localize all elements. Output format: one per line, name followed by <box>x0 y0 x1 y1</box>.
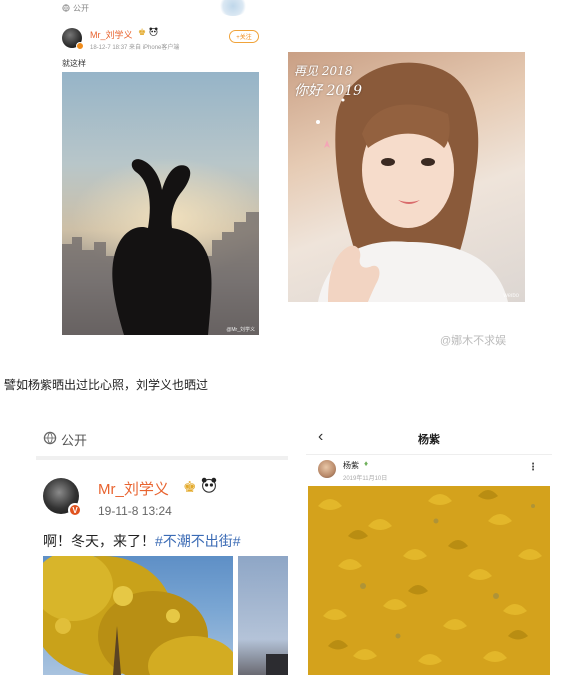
second-photo-illustration <box>266 654 288 675</box>
privacy-indicator[interactable]: 公开 <box>62 3 89 14</box>
selfie-photo[interactable]: 再见 2018 你好 2019 weibo <box>288 52 525 302</box>
privacy-indicator[interactable]: 公开 <box>43 430 87 449</box>
profile-post-screen: ‹ 杨紫 杨紫 ♦ 2019年11月10日 ⋮ <box>306 422 552 675</box>
ginkgo-leaves-illustration <box>318 490 542 665</box>
post-date: 2019年11月10日 <box>343 476 388 482</box>
credit-watermark: @娜木不求娱 <box>440 335 507 347</box>
avatar[interactable] <box>318 460 336 478</box>
photo-watermark: @Mr_刘学义 <box>226 327 255 333</box>
privacy-label: 公开 <box>73 4 89 13</box>
top-weibo-card: 公开 Mr_刘学义 ♚ 18-12-7 18:37 来自 iPhone客户端 +… <box>60 0 260 335</box>
hand-silhouette <box>62 152 259 335</box>
overlay-text-2019: 你好 2019 <box>294 83 363 99</box>
post-photo-ginkgo-tree[interactable] <box>43 556 233 675</box>
crown-icon: ♚ <box>183 479 197 496</box>
globe-icon <box>43 431 57 448</box>
more-icon[interactable]: ⋮ <box>528 462 538 473</box>
header-divider <box>306 454 552 455</box>
post-timestamp: 19-11-8 13:24 <box>98 504 172 518</box>
crown-icon: ♚ <box>138 27 147 37</box>
post-text: 啊！冬天，来了！#不潮不出街# <box>43 531 241 551</box>
hashtag-link[interactable]: #不潮不出街# <box>155 533 241 549</box>
username[interactable]: Mr_刘学义 <box>90 28 133 41</box>
post-meta: 18-12-7 18:37 来自 iPhone客户端 <box>90 45 180 51</box>
post-photo-hand-heart[interactable]: @Mr_刘学义 <box>62 72 259 335</box>
panda-icon <box>149 27 158 38</box>
avatar[interactable]: V <box>43 478 82 517</box>
decoration-blob <box>218 0 248 16</box>
username[interactable]: Mr_刘学义 <box>98 478 169 499</box>
globe-icon <box>62 3 70 14</box>
panda-icon <box>201 477 217 497</box>
verified-badge-icon: V <box>68 503 82 517</box>
post-text: 就这样 <box>62 59 86 68</box>
article-caption: 譬如杨紫晒出过比心照，刘学义也晒过 <box>4 378 209 392</box>
follow-button[interactable]: +关注 <box>229 30 259 43</box>
username[interactable]: 杨紫 <box>343 460 359 471</box>
ginkgo-tree-illustration <box>43 556 233 675</box>
post-body: 啊！冬天，来了！ <box>43 533 155 549</box>
page-title: 杨紫 <box>418 434 440 446</box>
photo-watermark: weibo <box>503 293 519 299</box>
vip-diamond-icon: ♦ <box>364 459 369 468</box>
privacy-label: 公开 <box>61 433 88 448</box>
avatar[interactable] <box>62 28 84 50</box>
bottom-weibo-card: 公开 V Mr_刘学义 ♚ 19-11-8 13:24 啊！冬天，来了！#不潮不… <box>36 422 288 675</box>
post-photo-ginkgo-leaves[interactable] <box>308 486 550 675</box>
post-photo-second[interactable] <box>238 556 288 675</box>
overlay-text-2018: 再见 2018 <box>294 64 353 78</box>
verified-badge-icon <box>76 42 84 50</box>
section-divider <box>36 456 288 460</box>
